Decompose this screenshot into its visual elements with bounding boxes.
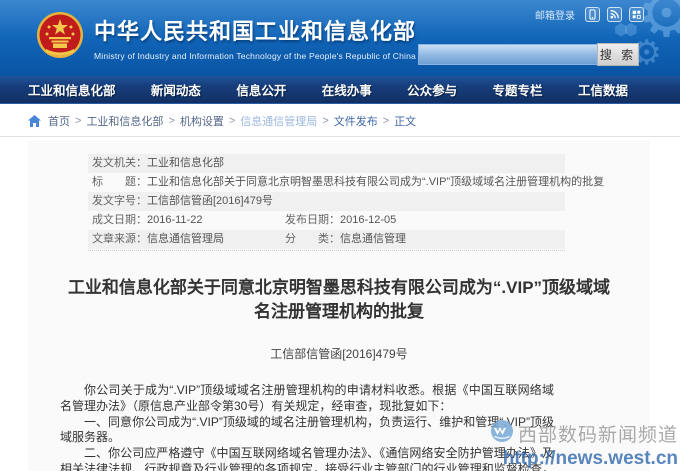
brand: 中华人民共和国工业和信息化部 Ministry of Industry and … xyxy=(36,11,416,64)
titles: 中华人民共和国工业和信息化部 Ministry of Industry and … xyxy=(94,14,416,61)
nav-item-news[interactable]: 新闻动态 xyxy=(151,80,201,99)
meta-label: 发布日期： xyxy=(285,214,340,226)
meta-label: 标 题： xyxy=(92,176,147,188)
paragraph-item-2: 二、你公司应严格遵守《中国互联网络域名管理办法》、《通信网络安全防护管理办法》及… xyxy=(60,446,554,471)
meta-label: 发文字号： xyxy=(92,195,147,207)
breadcrumb-separator: > xyxy=(322,115,328,127)
meta-label: 成文日期： xyxy=(92,214,147,226)
meta-row-issuing-authority: 发文机关：工业和信息化部 xyxy=(88,154,565,173)
meta-value: 2016-11-22 xyxy=(147,214,202,226)
site-subtitle: Ministry of Industry and Information Tec… xyxy=(94,51,416,61)
meta-value: 信息通信管理局 xyxy=(147,233,224,245)
breadcrumb-item-home[interactable]: 首页 xyxy=(48,113,70,129)
home-icon[interactable] xyxy=(28,115,41,127)
meta-value: 工业和信息化部 xyxy=(147,157,224,169)
divider xyxy=(0,136,680,137)
meta-row-dates: 成文日期：2016-11-22 发布日期：2016-12-05 xyxy=(88,211,565,230)
breadcrumb-item-ministry[interactable]: 工业和信息化部 xyxy=(86,113,163,129)
nav-item-data[interactable]: 工信数据 xyxy=(578,80,628,99)
meta-col2: 发布日期：2016-12-05 xyxy=(285,211,396,230)
nav-item-ministry[interactable]: 工业和信息化部 xyxy=(28,80,116,99)
nav-item-info-disclosure[interactable]: 信息公开 xyxy=(236,80,286,99)
breadcrumb-item-bureau[interactable]: 信息通信管理局 xyxy=(240,113,317,129)
site-header: ⚙ ⚙ ⬢⬢ 邮箱登录 xyxy=(0,0,680,76)
breadcrumb: 首页 > 工业和信息化部 > 机构设置 > 信息通信管理局 > 文件发布 > 正… xyxy=(28,113,680,129)
search-input[interactable] xyxy=(418,44,597,65)
search-button[interactable]: 搜 索 xyxy=(597,43,639,66)
breadcrumb-separator: > xyxy=(229,115,235,127)
national-emblem-icon xyxy=(36,11,84,64)
paragraph-intro: 你公司关于成为“.VIP”顶级域域名注册管理机构的申请材料收悉。根据《中国互联网… xyxy=(60,383,554,415)
page: ⚙ ⚙ ⬢⬢ 邮箱登录 xyxy=(0,0,680,471)
article-panel: 发文机关：工业和信息化部 标 题：工业和信息化部关于同意北京明智墨思科技有限公司… xyxy=(28,140,650,471)
meta-value: 工业和信息化部关于同意北京明智墨思科技有限公司成为“.VIP”顶级域域名注册管理… xyxy=(147,176,604,188)
meta-label: 文章来源： xyxy=(92,233,147,245)
qrcode-icon[interactable] xyxy=(629,7,644,22)
breadcrumb-separator: > xyxy=(75,115,81,127)
search-bar: 搜 索 xyxy=(418,43,639,66)
document-title: 工业和信息化部关于同意北京明智墨思科技有限公司成为“.VIP”顶级域域名注册管理… xyxy=(64,276,614,324)
paragraph-item-1: 一、同意你公司成为“.VIP”顶级域的域名注册管理机构，负责运行、维护和管理“.… xyxy=(60,415,554,447)
watermark-site-url[interactable]: http://news.west.cn xyxy=(490,448,678,470)
mobile-icon[interactable] xyxy=(585,7,600,22)
meta-label: 发文机关： xyxy=(92,157,147,169)
breadcrumb-separator: > xyxy=(383,115,389,127)
hexagon-decoration-icon: ⬢⬢ xyxy=(614,20,634,40)
breadcrumb-separator: > xyxy=(168,115,174,127)
site-title: 中华人民共和国工业和信息化部 xyxy=(94,14,416,46)
breadcrumb-item-file-release[interactable]: 文件发布 xyxy=(334,113,378,129)
breadcrumb-item-org-setup[interactable]: 机构设置 xyxy=(180,113,224,129)
meta-value: 工信部信管函[2016]479号 xyxy=(147,195,273,207)
rss-icon[interactable] xyxy=(607,7,622,22)
meta-row-source-category: 文章来源：信息通信管理局 分 类：信息通信管理 xyxy=(88,230,565,249)
meta-row-title: 标 题：工业和信息化部关于同意北京明智墨思科技有限公司成为“.VIP”顶级域域名… xyxy=(88,173,565,192)
top-links: 邮箱登录 xyxy=(535,7,644,22)
meta-row-doc-number: 发文字号：工信部信管函[2016]479号 xyxy=(88,192,565,211)
meta-value: 信息通信管理 xyxy=(340,233,406,245)
document-meta: 发文机关：工业和信息化部 标 题：工业和信息化部关于同意北京明智墨思科技有限公司… xyxy=(88,154,565,251)
document-number: 工信部信管函[2016]479号 xyxy=(28,345,650,362)
meta-value: 2016-12-05 xyxy=(340,214,396,226)
nav-item-online-services[interactable]: 在线办事 xyxy=(322,80,372,99)
main-nav: 工业和信息化部 新闻动态 信息公开 在线办事 公众参与 专题专栏 工信数据 xyxy=(0,76,680,104)
meta-col2: 分 类：信息通信管理 xyxy=(285,230,406,249)
breadcrumb-item-current[interactable]: 正文 xyxy=(394,113,416,129)
meta-label: 分 类： xyxy=(285,233,340,245)
mail-login-link[interactable]: 邮箱登录 xyxy=(535,7,575,22)
document-body: 你公司关于成为“.VIP”顶级域域名注册管理机构的申请材料收悉。根据《中国互联网… xyxy=(60,383,554,471)
nav-item-public-participation[interactable]: 公众参与 xyxy=(407,80,457,99)
nav-item-special-topics[interactable]: 专题专栏 xyxy=(493,80,543,99)
